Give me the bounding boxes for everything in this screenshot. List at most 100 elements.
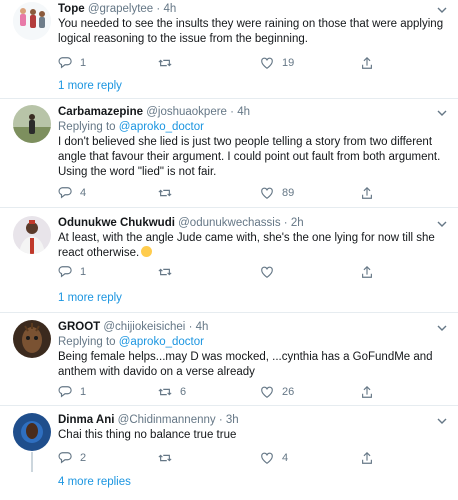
tweet-actions: 2 4	[58, 450, 438, 466]
reply-button[interactable]: 1	[58, 264, 86, 280]
tweet[interactable]: Dinma Ani @Chidinmannenny · 3h Chai this…	[0, 411, 458, 500]
like-button[interactable]: 26	[260, 384, 294, 400]
replying-to: Replying to @aproko_doctor	[58, 120, 448, 134]
timestamp[interactable]: 2h	[291, 217, 304, 229]
share-icon	[362, 265, 372, 278]
chevron-down-icon[interactable]	[436, 322, 448, 334]
replying-to-label: Replying to	[58, 121, 116, 133]
timestamp[interactable]: 3h	[226, 414, 239, 426]
reply-count: 4	[80, 187, 87, 199]
author-name[interactable]: Carbamazepine	[58, 106, 143, 118]
reply-button[interactable]: 1	[58, 384, 86, 400]
author-name[interactable]: Odunukwe Chukwudi	[58, 217, 175, 229]
timestamp[interactable]: 4h	[196, 321, 209, 333]
tweet[interactable]: Tope @grapelytee · 4h You needed to see …	[0, 0, 458, 96]
separator-dot: ·	[283, 217, 288, 229]
chevron-down-icon[interactable]	[436, 415, 448, 427]
share-icon	[362, 56, 372, 69]
reply-count: 2	[80, 452, 87, 464]
reply-button[interactable]: 2	[58, 450, 86, 466]
author-handle[interactable]: @grapelytee	[88, 3, 153, 15]
like-count: 4	[282, 452, 289, 464]
divider	[0, 312, 458, 313]
reply-icon	[58, 187, 72, 199]
replying-to-label: Replying to	[58, 336, 116, 348]
divider	[0, 405, 458, 406]
tweet-actions: 1	[58, 264, 438, 280]
show-more-replies-link[interactable]: 1 more reply	[58, 80, 122, 92]
tweet-header: Tope @grapelytee · 4h	[58, 2, 448, 16]
reply-icon	[58, 386, 72, 398]
share-button[interactable]	[360, 450, 374, 466]
tweet-text: Being female helps...may D was mocked, .…	[58, 351, 433, 378]
retweet-button[interactable]: 6	[158, 384, 186, 400]
emoji-icon	[141, 246, 153, 257]
tweet-actions: 4 89	[58, 185, 438, 201]
timestamp[interactable]: 4h	[163, 3, 176, 15]
tweet-text: You needed to see the insults they were …	[58, 18, 444, 45]
reply-icon	[58, 266, 72, 278]
divider	[0, 98, 458, 99]
author-handle[interactable]: @odunukwechassis	[178, 217, 280, 229]
timestamp[interactable]: 4h	[237, 106, 250, 118]
like-button[interactable]: 89	[260, 185, 294, 201]
show-more-replies-link[interactable]: 4 more replies	[58, 476, 131, 488]
mention-link[interactable]: @aproko_doctor	[119, 336, 204, 348]
author-name[interactable]: Dinma Ani	[58, 414, 114, 426]
reply-count: 1	[80, 386, 87, 398]
show-more-replies-link[interactable]: 1 more reply	[58, 292, 122, 304]
author-handle[interactable]: @chijiokeisichei	[103, 321, 185, 333]
like-button[interactable]: 4	[260, 450, 288, 466]
like-icon	[261, 187, 273, 199]
author-name[interactable]: GROOT	[58, 321, 100, 333]
reply-button[interactable]: 1	[58, 55, 86, 71]
like-icon	[261, 57, 273, 69]
tweet[interactable]: GROOT @chijiokeisichei · 4h Replying to …	[0, 318, 458, 408]
author-handle[interactable]: @joshuaokpere	[146, 106, 227, 118]
share-button[interactable]	[360, 185, 374, 201]
share-button[interactable]	[360, 55, 374, 71]
retweet-button[interactable]	[158, 450, 180, 466]
reply-count: 1	[80, 266, 87, 278]
tweet-text: I don't believed she lied is just two pe…	[58, 136, 441, 178]
chevron-down-icon[interactable]	[436, 107, 448, 119]
like-count: 19	[282, 57, 295, 69]
share-icon	[362, 385, 372, 398]
avatar[interactable]	[13, 216, 51, 254]
like-button[interactable]: 19	[260, 55, 294, 71]
tweet[interactable]: Odunukwe Chukwudi @odunukwechassis · 2h …	[0, 214, 458, 310]
tweet[interactable]: Carbamazepine @joshuaokpere · 4h Replyin…	[0, 103, 458, 211]
author-handle[interactable]: @Chidinmannenny	[118, 414, 216, 426]
author-name[interactable]: Tope	[58, 3, 85, 15]
reply-button[interactable]: 4	[58, 185, 86, 201]
retweet-icon	[158, 59, 172, 67]
divider	[0, 207, 458, 208]
replying-to: Replying to @aproko_doctor	[58, 335, 448, 349]
like-icon	[261, 266, 273, 278]
mention-link[interactable]: @aproko_doctor	[119, 121, 204, 133]
avatar[interactable]	[13, 2, 51, 40]
retweet-icon	[158, 388, 172, 396]
tweet-header: GROOT @chijiokeisichei · 4h	[58, 320, 448, 334]
retweet-icon	[158, 454, 172, 462]
chevron-down-icon[interactable]	[436, 218, 448, 230]
chevron-down-icon[interactable]	[436, 4, 448, 16]
separator-dot: ·	[218, 414, 223, 426]
avatar[interactable]	[13, 105, 51, 143]
tweet-header: Carbamazepine @joshuaokpere · 4h	[58, 105, 448, 119]
share-icon	[362, 451, 372, 464]
share-button[interactable]	[360, 384, 374, 400]
avatar[interactable]	[13, 320, 51, 358]
retweet-icon	[158, 189, 172, 197]
retweet-button[interactable]	[158, 185, 180, 201]
reply-icon	[58, 452, 72, 464]
share-button[interactable]	[360, 264, 374, 280]
avatar[interactable]	[13, 413, 51, 451]
tweet-text: Chai this thing no balance true true	[58, 429, 237, 441]
reply-count: 1	[80, 57, 87, 69]
retweet-button[interactable]	[158, 55, 180, 71]
separator-dot: ·	[156, 3, 161, 15]
retweet-button[interactable]	[158, 264, 180, 280]
like-button[interactable]	[260, 264, 282, 280]
share-icon	[362, 186, 372, 199]
